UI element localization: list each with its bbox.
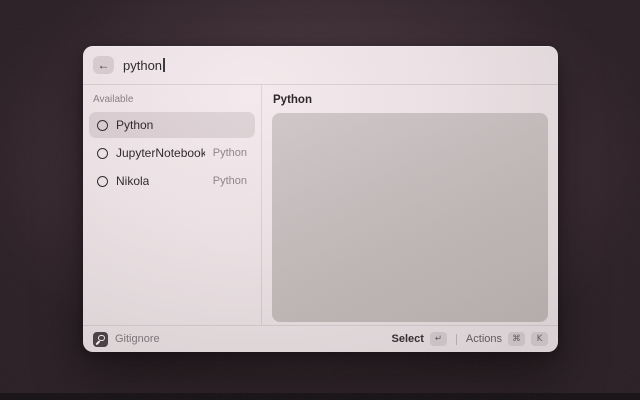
search-bar: ← python — [83, 46, 558, 84]
code-line — [280, 294, 540, 304]
window-body: Available Python JupyterNotebooks Python… — [83, 85, 558, 325]
code-line — [280, 304, 540, 314]
footer-actions: Select ↵ Actions ⌘ K — [392, 332, 549, 346]
results-list: Available Python JupyterNotebooks Python… — [83, 85, 262, 325]
code-line — [280, 273, 540, 283]
select-button[interactable]: Select ↵ — [392, 332, 447, 346]
back-button[interactable]: ← — [93, 56, 114, 74]
circle-icon — [97, 148, 108, 159]
search-value: python — [123, 58, 162, 73]
status-bar: Gitignore Select ↵ Actions ⌘ K — [83, 325, 558, 352]
code-line — [280, 315, 540, 322]
list-item[interactable]: JupyterNotebooks Python — [89, 140, 255, 166]
detail-panel: Python — [262, 85, 558, 325]
code-line — [280, 160, 540, 170]
search-input[interactable]: python — [123, 58, 165, 73]
code-line — [280, 243, 540, 253]
code-line — [280, 119, 540, 129]
code-line — [280, 181, 540, 191]
code-line — [280, 263, 540, 273]
list-item-label: Python — [116, 118, 153, 132]
code-line — [280, 129, 540, 139]
text-caret — [163, 58, 165, 72]
code-line — [280, 170, 540, 180]
footer-divider — [456, 334, 457, 345]
gitignore-extension-icon — [93, 332, 108, 347]
desktop-background: ← python Available Python JupyterNoteboo… — [0, 0, 640, 400]
list-item-secondary-label: Python — [213, 147, 247, 159]
circle-icon — [97, 120, 108, 131]
screen-bottom-strip — [0, 393, 640, 400]
list-item-label: JupyterNotebooks — [116, 146, 205, 160]
circle-icon — [97, 176, 108, 187]
gitignore-preview[interactable] — [272, 113, 548, 322]
section-header: Available — [89, 91, 255, 112]
list-item-secondary-label: Python — [213, 175, 247, 187]
code-line — [280, 222, 540, 232]
code-line — [280, 201, 540, 211]
detail-title: Python — [272, 92, 548, 113]
code-line — [280, 150, 540, 160]
actions-button[interactable]: Actions ⌘ K — [466, 332, 548, 346]
extension-name: Gitignore — [115, 333, 160, 345]
select-label: Select — [392, 333, 424, 345]
code-line — [280, 191, 540, 201]
code-line — [280, 212, 540, 222]
list-item-label: Nikola — [116, 174, 149, 188]
arrow-left-icon: ← — [98, 58, 110, 72]
list-item[interactable]: Nikola Python — [89, 168, 255, 194]
command-key-icon: ⌘ — [508, 332, 525, 346]
code-line — [280, 284, 540, 294]
code-line — [280, 232, 540, 242]
magnifier-handle-icon — [96, 340, 100, 344]
launcher-window: ← python Available Python JupyterNoteboo… — [83, 46, 558, 352]
actions-label: Actions — [466, 333, 502, 345]
code-line — [280, 253, 540, 263]
list-item[interactable]: Python — [89, 112, 255, 138]
k-key-icon: K — [531, 332, 548, 346]
return-key-icon: ↵ — [430, 332, 447, 346]
code-line — [280, 140, 540, 150]
